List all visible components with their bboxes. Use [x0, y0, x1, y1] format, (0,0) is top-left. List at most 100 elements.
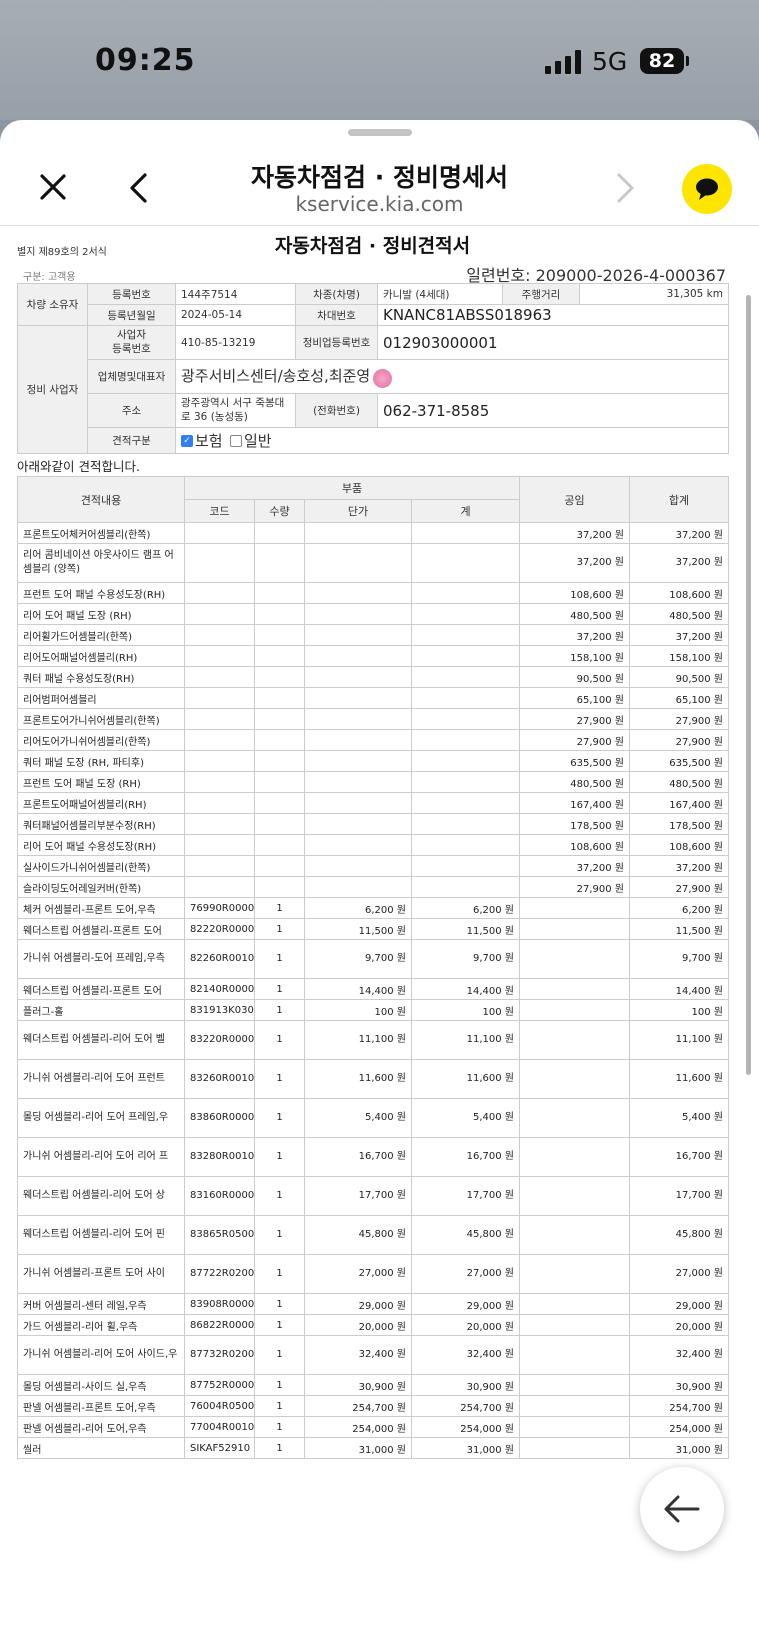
row-unit-price: 20,000 원 — [304, 1314, 412, 1336]
row-qty: 1 — [254, 1314, 305, 1336]
row-total: 9,700 원 — [629, 939, 729, 979]
header-divider — [0, 225, 759, 226]
row-name: 쿼터패널어셈블리부분수정(RH) — [17, 813, 185, 835]
row-subtotal — [411, 666, 520, 688]
table-row: 웨더스트립 어셈블리-리어 도어 핀 83865R0500 1 45,800 원 45,… — [17, 1215, 729, 1255]
row-subtotal — [411, 603, 520, 625]
row-labor: 37,200 원 — [519, 522, 630, 544]
row-total: 254,000 원 — [629, 1416, 729, 1438]
table-row: 프런트 도어 패널 도장 (RH) 480,500 원 480,500 원 — [17, 771, 729, 793]
shop-name-cell: 광주서비스센터/송호성,최준영 — [175, 359, 729, 394]
row-name: 리어도어가니쉬어셈블리(한쪽) — [17, 729, 185, 751]
general-checkbox[interactable] — [229, 434, 242, 447]
table-row: 커버 어셈블리-센터 레일,우측83908R0000P2M129,000 원29… — [17, 1293, 729, 1315]
row-name: 커버 어셈블리-센터 레일,우측 — [17, 1293, 185, 1315]
company-seal-icon — [373, 368, 393, 388]
row-qty: 1 — [254, 1098, 305, 1138]
row-total: 11,100 원 — [629, 1020, 729, 1060]
row-total: 158,100 원 — [629, 645, 729, 667]
row-subtotal — [411, 543, 520, 583]
table-row: 웨더스트립 어셈블리-프론트 도어 82140R0000 1 14,400 원 14,4… — [17, 978, 729, 1000]
mileage-label: 주행거리 — [502, 283, 580, 305]
back-fab-button[interactable] — [640, 1467, 724, 1551]
row-code — [184, 834, 255, 856]
row-subtotal: 29,000 원 — [411, 1293, 520, 1315]
row-qty: 1 — [254, 1437, 305, 1459]
row-subtotal: 9,700 원 — [411, 939, 520, 979]
insurance-checkbox[interactable]: ✓ — [181, 434, 193, 447]
kakao-chat-button[interactable] — [682, 164, 732, 214]
row-total: 27,000 원 — [629, 1254, 729, 1294]
row-total: 90,500 원 — [629, 666, 729, 688]
row-total: 37,200 원 — [629, 522, 729, 544]
shop-name-value: 광주서비스센터/송호성,최준영 — [181, 367, 371, 386]
row-qty: 1 — [254, 1374, 305, 1396]
row-labor: 635,500 원 — [519, 750, 630, 772]
row-unit-price: 100 원 — [304, 999, 412, 1021]
row-labor — [519, 1293, 630, 1315]
row-qty — [254, 876, 305, 898]
row-unit-price: 5,400 원 — [304, 1098, 412, 1138]
row-unit-price: 16,700 원 — [304, 1137, 412, 1177]
row-qty: 1 — [254, 1215, 305, 1255]
row-name: 리어 도어 패널 도장 (RH) — [17, 603, 185, 625]
row-qty — [254, 771, 305, 793]
row-total: 11,600 원 — [629, 1059, 729, 1099]
row-subtotal — [411, 687, 520, 709]
row-unit-price: 9,700 원 — [304, 939, 412, 979]
row-labor: 158,100 원 — [519, 645, 630, 667]
row-labor: 65,100 원 — [519, 687, 630, 709]
row-code — [184, 855, 255, 877]
table-row: 판넬 어셈블리-리어 도어,우측 77004R0010 1 254,000 원 254,… — [17, 1416, 729, 1438]
reg-no-value: 144주7514 — [175, 283, 296, 305]
general-label: 일반 — [243, 432, 272, 450]
row-code — [184, 687, 255, 709]
row-total: 11,500 원 — [629, 918, 729, 940]
row-subtotal — [411, 708, 520, 730]
row-code: 83160R0000 — [184, 1176, 255, 1216]
row-name: 웨더스트립 어셈블리-프론트 도어 — [17, 918, 185, 940]
row-total: 27,900 원 — [629, 876, 729, 898]
row-name: 리어 도어 패널 수용성도장(RH) — [17, 834, 185, 856]
row-qty: 1 — [254, 1176, 305, 1216]
row-unit-price — [304, 645, 412, 667]
row-qty — [254, 522, 305, 544]
row-labor — [519, 1335, 630, 1375]
row-total: 635,500 원 — [629, 750, 729, 772]
page-url: kservice.kia.com — [295, 192, 464, 216]
row-qty: 1 — [254, 1059, 305, 1099]
row-labor: 37,200 원 — [519, 855, 630, 877]
row-unit-price: 11,600 원 — [304, 1059, 412, 1099]
row-labor — [519, 1020, 630, 1060]
row-labor: 90,500 원 — [519, 666, 630, 688]
row-total: 108,600 원 — [629, 834, 729, 856]
row-name: 리어휠가드어셈블리(한쪽) — [17, 624, 185, 646]
row-name: 웨더스트립 어셈블리-리어 도어 벨 — [17, 1020, 185, 1060]
row-name: 플러그-홀 — [17, 999, 185, 1021]
status-bar: 09:25 5G 82 — [0, 0, 759, 120]
row-code — [184, 582, 255, 604]
row-name: 씰러 — [17, 1437, 185, 1459]
model-label: 차종(차명) — [295, 283, 378, 305]
row-labor — [519, 1215, 630, 1255]
row-total: 167,400 원 — [629, 792, 729, 814]
mileage-value: 31,305 km — [579, 283, 729, 305]
row-unit-price — [304, 729, 412, 751]
scrollbar[interactable] — [746, 295, 751, 1075]
forward-button[interactable] — [612, 170, 638, 206]
row-total: 14,400 원 — [629, 978, 729, 1000]
table-row: 리어도어패널어셈블리(RH) 158,100 원 158,100 원 — [17, 645, 729, 667]
row-unit-price: 14,400 원 — [304, 978, 412, 1000]
sheet-grabber[interactable] — [348, 129, 412, 136]
row-unit-price: 31,000 원 — [304, 1437, 412, 1459]
row-unit-price — [304, 855, 412, 877]
row-subtotal — [411, 834, 520, 856]
row-code — [184, 624, 255, 646]
row-code — [184, 876, 255, 898]
row-subtotal: 11,500 원 — [411, 918, 520, 940]
table-row: 리어 도어 패널 수용성도장(RH) 108,600 원 108,600 원 — [17, 834, 729, 856]
shop-reg-label: 정비업등록번호 — [295, 325, 378, 360]
table-row: 리어범퍼어셈블리 65,100 원 65,100 원 — [17, 687, 729, 709]
table-row: 리어휠가드어셈블리(한쪽) 37,200 원 37,200 원 — [17, 624, 729, 646]
row-subtotal: 20,000 원 — [411, 1314, 520, 1336]
